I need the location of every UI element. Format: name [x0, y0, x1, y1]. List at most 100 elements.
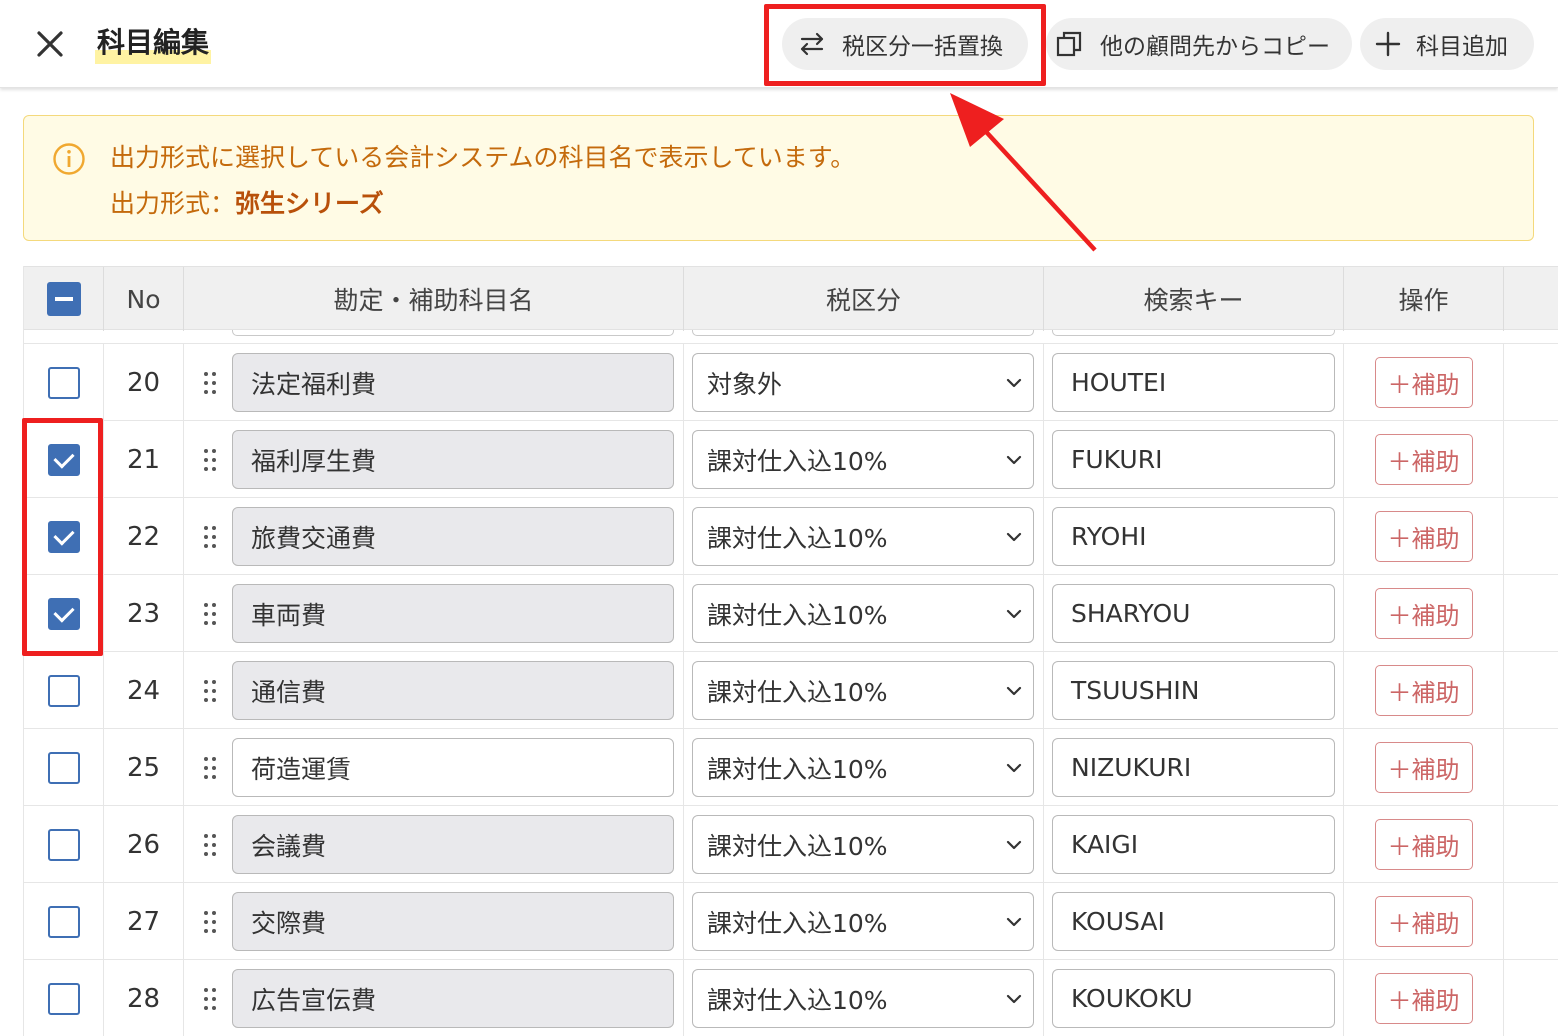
row-checkbox[interactable]: [47, 520, 80, 553]
select-all-checkbox[interactable]: [46, 282, 81, 316]
account-name-field: 交際費: [232, 892, 674, 951]
account-name-field[interactable]: 荷造運賃: [232, 738, 674, 797]
tax-category-select[interactable]: 課対仕入込10%: [692, 661, 1034, 720]
row-actions-cell: ＋補助: [1344, 883, 1504, 960]
copy-from-client-label: 他の顧問先からコピー: [1100, 34, 1330, 60]
row-actions-cell: ＋補助: [1344, 421, 1504, 498]
search-key-input[interactable]: KAIGI: [1052, 815, 1335, 874]
tax-bulk-replace-button[interactable]: 税区分一括置換: [782, 18, 1028, 70]
row-checkbox[interactable]: [47, 674, 80, 707]
tax-category-select[interactable]: 課対仕入込10%: [692, 430, 1034, 489]
tax-category-select[interactable]: 課対仕入込10%: [692, 892, 1034, 951]
top-bar: 科目編集 税区分一括置換 他の顧問先からコピー 科目追加: [0, 0, 1558, 88]
add-sub-account-button[interactable]: ＋補助: [1374, 742, 1473, 793]
tax-category-value: 課対仕入込10%: [707, 908, 888, 938]
drag-handle-icon[interactable]: [202, 524, 218, 550]
close-icon[interactable]: [30, 24, 70, 64]
row-name-cell: 車両費: [184, 575, 684, 652]
row-key-cell: NIZUKURI: [1044, 729, 1344, 806]
chevron-down-icon: [1006, 455, 1022, 465]
copy-icon: [1056, 31, 1082, 57]
tax-category-select[interactable]: 課対仕入込10%: [692, 969, 1034, 1028]
row-key-cell: KOUSAI: [1044, 883, 1344, 960]
table-row: 24 通信費 課対仕入込10% TSUUSHIN ＋補助: [24, 652, 1558, 729]
search-key-input[interactable]: HOUTEI: [1052, 353, 1335, 412]
search-key-input[interactable]: NIZUKURI: [1052, 738, 1335, 797]
drag-handle-icon[interactable]: [202, 678, 218, 704]
add-sub-account-button[interactable]: ＋補助: [1374, 665, 1473, 716]
add-sub-account-button[interactable]: ＋補助: [1374, 896, 1473, 947]
row-tax-cell: 課対仕入込10%: [684, 421, 1044, 498]
table-row: 28 広告宣伝費 課対仕入込10% KOUKOKU ＋補助: [24, 960, 1558, 1036]
row-checkbox-cell: [24, 729, 104, 806]
search-key-input[interactable]: FUKURI: [1052, 430, 1335, 489]
row-checkbox[interactable]: [47, 443, 80, 476]
add-account-button[interactable]: 科目追加: [1360, 18, 1534, 70]
add-sub-account-button[interactable]: ＋補助: [1374, 973, 1473, 1024]
info-notice: 出力形式に選択している会計システムの科目名で表示しています。 出力形式：弥生シリ…: [23, 115, 1534, 241]
tax-category-value: 課対仕入込10%: [707, 677, 888, 707]
tax-category-select[interactable]: 課対仕入込10%: [692, 584, 1034, 643]
row-checkbox-cell: [24, 652, 104, 729]
row-number-cell: 28: [104, 960, 184, 1036]
table-row: 25 荷造運賃 課対仕入込10% NIZUKURI ＋補助: [24, 729, 1558, 806]
tax-category-select[interactable]: 課対仕入込10%: [692, 507, 1034, 566]
account-name-field: 会議費: [232, 815, 674, 874]
row-checkbox-cell: [24, 421, 104, 498]
row-name-cell: 福利厚生費: [184, 421, 684, 498]
row-tax-cell: 課対仕入込10%: [684, 729, 1044, 806]
add-sub-account-button[interactable]: ＋補助: [1374, 357, 1473, 408]
search-key-input[interactable]: KOUSAI: [1052, 892, 1335, 951]
tax-category-value: 課対仕入込10%: [707, 523, 888, 553]
row-actions-cell: ＋補助: [1344, 652, 1504, 729]
row-spacer-cell: [1504, 498, 1558, 575]
row-spacer-cell: [1504, 421, 1558, 498]
drag-handle-icon[interactable]: [202, 755, 218, 781]
row-number-cell: 22: [104, 498, 184, 575]
chevron-down-icon: [1006, 609, 1022, 619]
add-sub-account-button[interactable]: ＋補助: [1374, 588, 1473, 639]
chevron-down-icon: [1006, 686, 1022, 696]
row-actions-cell: ＋補助: [1344, 729, 1504, 806]
add-sub-account-button[interactable]: ＋補助: [1374, 511, 1473, 562]
row-checkbox[interactable]: [47, 366, 80, 399]
add-sub-account-button[interactable]: ＋補助: [1374, 819, 1473, 870]
output-format-line: 出力形式：弥生シリーズ: [110, 184, 384, 220]
row-checkbox[interactable]: [47, 905, 80, 938]
add-account-label: 科目追加: [1416, 34, 1508, 60]
row-spacer-cell: [1504, 729, 1558, 806]
plus-icon: [1375, 31, 1401, 57]
account-name-field: 法定福利費: [232, 353, 674, 412]
account-name-field: 通信費: [232, 661, 674, 720]
drag-handle-icon[interactable]: [202, 986, 218, 1012]
chevron-down-icon: [1006, 763, 1022, 773]
column-header-spacer: [1504, 267, 1558, 331]
search-key-input[interactable]: SHARYOU: [1052, 584, 1335, 643]
column-header-account-name: 勘定・補助科目名: [184, 267, 684, 331]
row-checkbox[interactable]: [47, 597, 80, 630]
row-number: 28: [126, 983, 161, 1014]
tax-category-select[interactable]: 課対仕入込10%: [692, 738, 1034, 797]
copy-from-client-button[interactable]: 他の顧問先からコピー: [1046, 18, 1352, 70]
drag-handle-icon[interactable]: [202, 601, 218, 627]
row-tax-cell: 課対仕入込10%: [684, 498, 1044, 575]
drag-handle-icon[interactable]: [202, 832, 218, 858]
row-checkbox[interactable]: [47, 828, 80, 861]
add-sub-account-button[interactable]: ＋補助: [1374, 434, 1473, 485]
chevron-down-icon: [1006, 532, 1022, 542]
row-checkbox[interactable]: [47, 751, 80, 784]
search-key-input[interactable]: KOUKOKU: [1052, 969, 1335, 1028]
drag-handle-icon[interactable]: [202, 447, 218, 473]
row-actions-cell: ＋補助: [1344, 575, 1504, 652]
tax-category-select[interactable]: 対象外: [692, 353, 1034, 412]
chevron-down-icon: [1006, 917, 1022, 927]
search-key-input[interactable]: TSUUSHIN: [1052, 661, 1335, 720]
account-table: No 勘定・補助科目名 税区分 検索キー 操作 20 法定福利費 対象外 HOU…: [23, 266, 1558, 1036]
row-checkbox[interactable]: [47, 982, 80, 1015]
drag-handle-icon[interactable]: [202, 370, 218, 396]
search-key-input[interactable]: RYOHI: [1052, 507, 1335, 566]
tax-category-select[interactable]: 課対仕入込10%: [692, 815, 1034, 874]
row-name-cell: 交際費: [184, 883, 684, 960]
drag-handle-icon[interactable]: [202, 909, 218, 935]
row-number-cell: 27: [104, 883, 184, 960]
